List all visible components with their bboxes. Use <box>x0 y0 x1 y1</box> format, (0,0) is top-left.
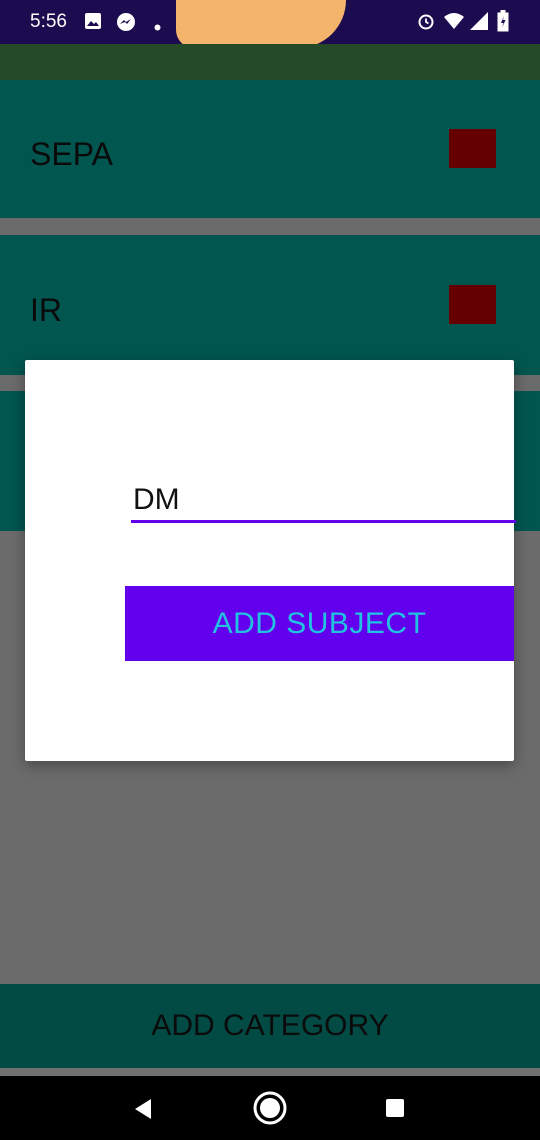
signal-icon <box>468 10 490 37</box>
status-bar-decoration <box>176 0 346 48</box>
add-subject-dialog: ADD SUBJECT <box>25 360 516 761</box>
add-category-button[interactable]: ADD CATEGORY <box>0 984 540 1068</box>
image-icon <box>84 12 102 35</box>
back-icon[interactable] <box>133 1098 153 1125</box>
status-bar: 5:56 <box>0 0 540 48</box>
messenger-icon <box>116 12 136 37</box>
dot-icon <box>154 18 161 36</box>
recents-icon[interactable] <box>385 1098 405 1123</box>
navigation-bar <box>0 1076 540 1140</box>
app-bar <box>0 44 540 80</box>
category-item[interactable]: SEPA <box>0 80 540 218</box>
add-subject-button[interactable]: ADD SUBJECT <box>125 586 514 661</box>
category-label: IR <box>30 292 62 328</box>
category-label: SEPA <box>30 136 113 172</box>
category-color-swatch[interactable] <box>449 285 496 324</box>
wifi-icon <box>443 12 465 35</box>
home-icon[interactable] <box>252 1090 288 1131</box>
divider <box>0 1068 540 1076</box>
battery-icon <box>497 10 509 37</box>
alarm-icon <box>417 12 435 35</box>
category-color-swatch[interactable] <box>449 129 496 168</box>
category-item[interactable]: IR <box>0 235 540 375</box>
subject-name-input[interactable] <box>131 480 516 523</box>
status-time: 5:56 <box>30 11 67 32</box>
